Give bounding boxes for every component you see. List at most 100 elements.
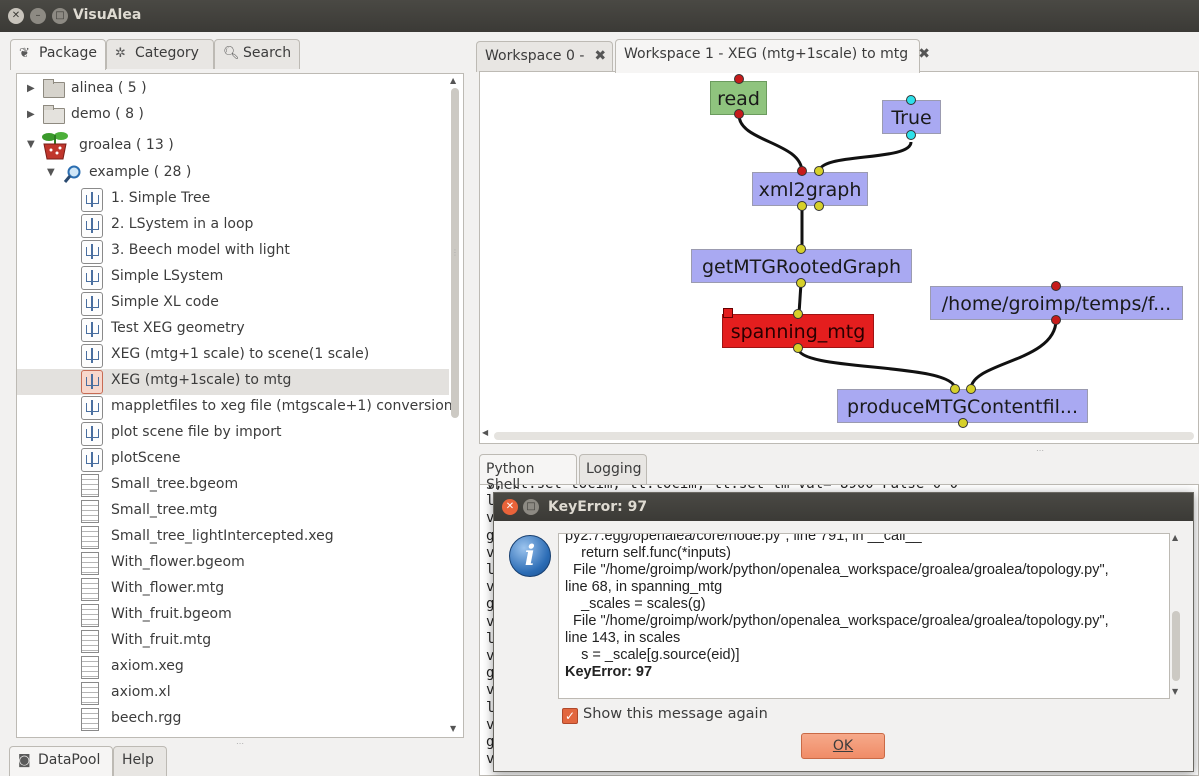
node-produce-input-port[interactable] bbox=[966, 384, 976, 394]
node-path-input-port[interactable] bbox=[1051, 281, 1061, 291]
node-xml2graph-output-port[interactable] bbox=[814, 201, 824, 211]
tree-label: Simple XL code bbox=[111, 294, 219, 310]
dataflow-canvas[interactable]: read True xml2graph getMTGRootedGraph sp… bbox=[479, 71, 1199, 444]
dialog-minimize-button[interactable]: □ bbox=[523, 499, 539, 515]
ok-button[interactable]: OK bbox=[801, 733, 885, 759]
tree-label: With_flower.bgeom bbox=[111, 554, 245, 570]
expand-arrow-icon[interactable]: ▶ bbox=[27, 83, 37, 95]
scrollbar-thumb[interactable] bbox=[1172, 611, 1180, 681]
node-read-input-port[interactable] bbox=[734, 74, 744, 84]
node-spanning-input-port[interactable] bbox=[793, 309, 803, 319]
list-item[interactable]: axiom.xeg bbox=[17, 655, 449, 681]
tree-package-demo[interactable]: ▶ demo ( 8 ) bbox=[17, 103, 449, 129]
tree-label: plot scene file by import bbox=[111, 424, 282, 440]
tree-label: Small_tree.mtg bbox=[111, 502, 218, 518]
node-true[interactable]: True bbox=[882, 100, 941, 134]
expand-arrow-icon[interactable]: ▶ bbox=[27, 109, 37, 121]
collapse-arrow-icon[interactable]: ▼ bbox=[47, 167, 57, 179]
scroll-up-icon[interactable]: ▲ bbox=[450, 76, 456, 85]
tab-search[interactable]: 🔍︎ Search bbox=[214, 39, 300, 69]
traceback-line: File "/home/groimp/work/python/openalea_… bbox=[565, 613, 1109, 629]
node-xml2graph[interactable]: xml2graph bbox=[752, 172, 868, 206]
node-path-output-port[interactable] bbox=[1051, 315, 1061, 325]
tab-python-shell[interactable]: Python Shell bbox=[479, 454, 577, 493]
dialog-close-button[interactable]: ✕ bbox=[502, 499, 518, 515]
list-item[interactable]: plot scene file by import bbox=[17, 421, 449, 447]
list-item[interactable]: Small_tree.mtg bbox=[17, 499, 449, 525]
tree-package-alinea[interactable]: ▶ alinea ( 5 ) bbox=[17, 77, 449, 103]
tab-workspace-1[interactable]: Workspace 1 - XEG (mtg+1scale) to mtg ✖ bbox=[615, 39, 930, 73]
package-icon: ❦ bbox=[19, 46, 30, 61]
list-item[interactable]: Small_tree.bgeom bbox=[17, 473, 449, 499]
node-produce-output-port[interactable] bbox=[958, 418, 968, 428]
tab-help[interactable]: Help bbox=[113, 746, 167, 776]
node-xml2graph-output-port[interactable] bbox=[797, 201, 807, 211]
tab-workspace-0-label: Workspace 0 - bbox=[485, 48, 585, 64]
error-traceback-text[interactable]: py2.7.egg/openalea/core/node.py", line 7… bbox=[558, 533, 1170, 699]
node-spanning-output-port[interactable] bbox=[793, 343, 803, 353]
show-message-again-label[interactable]: Show this message again bbox=[583, 706, 768, 722]
canvas-horizontal-scrollbar[interactable]: ◀ bbox=[482, 428, 1196, 441]
window-minimize-button[interactable]: – bbox=[30, 8, 46, 24]
node-getmtg-output-port[interactable] bbox=[796, 278, 806, 288]
close-icon[interactable]: ✖ bbox=[594, 48, 606, 64]
file-icon bbox=[81, 474, 99, 497]
scroll-down-icon[interactable]: ▼ bbox=[1172, 687, 1178, 696]
package-browser-tabs: ❦ Package ✲ Category 🔍︎ Search bbox=[10, 39, 470, 70]
tab-logging[interactable]: Logging bbox=[579, 454, 647, 484]
folder-icon bbox=[43, 105, 65, 124]
node-xml2graph-input-port[interactable] bbox=[814, 166, 824, 176]
dataflow-graph-icon bbox=[81, 318, 103, 342]
node-true-output-port[interactable] bbox=[906, 130, 916, 140]
tab-package[interactable]: ❦ Package bbox=[10, 39, 106, 70]
list-item[interactable]: With_flower.mtg bbox=[17, 577, 449, 603]
package-tree[interactable]: ▶ alinea ( 5 ) ▶ demo ( 8 ) ▼ groalea ( … bbox=[16, 73, 464, 738]
tree-package-groalea[interactable]: ▼ groalea ( 13 ) bbox=[17, 131, 449, 161]
traceback-scrollbar[interactable]: ▲ ▼ bbox=[1170, 533, 1182, 699]
node-true-input-port[interactable] bbox=[906, 95, 916, 105]
scroll-up-icon[interactable]: ▲ bbox=[1172, 533, 1178, 542]
list-item[interactable]: XEG (mtg+1scale) to mtg bbox=[17, 369, 449, 395]
list-item[interactable]: With_fruit.bgeom bbox=[17, 603, 449, 629]
show-message-again-checkbox[interactable]: ✓ bbox=[562, 708, 578, 724]
list-item[interactable]: beech.rgg bbox=[17, 707, 449, 733]
list-item[interactable]: XEG (mtg+1 scale) to scene(1 scale) bbox=[17, 343, 449, 369]
tree-vertical-scrollbar[interactable]: ▲ ⋮ ▼ bbox=[449, 76, 461, 735]
traceback-line: py2.7.egg/openalea/core/node.py", line 7… bbox=[565, 533, 922, 544]
list-item[interactable]: Simple LSystem bbox=[17, 265, 449, 291]
node-xml2graph-input-port[interactable] bbox=[797, 166, 807, 176]
list-item[interactable]: 1. Simple Tree bbox=[17, 187, 449, 213]
list-item[interactable]: mappletfiles to xeg file (mtgscale+1) co… bbox=[17, 395, 453, 421]
close-icon[interactable]: ✖ bbox=[918, 46, 930, 62]
list-item[interactable]: Test XEG geometry bbox=[17, 317, 449, 343]
scrollbar-track[interactable] bbox=[494, 432, 1194, 440]
node-produce-input-port[interactable] bbox=[950, 384, 960, 394]
list-item[interactable]: plotScene bbox=[17, 447, 449, 473]
scroll-down-icon[interactable]: ▼ bbox=[450, 724, 456, 733]
tab-datapool[interactable]: ◙ DataPool bbox=[9, 746, 113, 776]
node-read-output-port[interactable] bbox=[734, 109, 744, 119]
collapse-arrow-icon[interactable]: ▼ bbox=[27, 139, 37, 151]
list-item[interactable]: Small_tree_lightIntercepted.xeg bbox=[17, 525, 449, 551]
window-maximize-button[interactable]: □ bbox=[52, 8, 68, 24]
node-getmtg-input-port[interactable] bbox=[796, 244, 806, 254]
tree-subpackage-example[interactable]: ▼ example ( 28 ) bbox=[17, 161, 449, 187]
tab-category[interactable]: ✲ Category bbox=[106, 39, 214, 69]
tree-label: 1. Simple Tree bbox=[111, 190, 211, 206]
file-icon bbox=[81, 578, 99, 601]
tab-category-label: Category bbox=[135, 45, 199, 61]
list-item[interactable]: With_flower.bgeom bbox=[17, 551, 449, 577]
tab-workspace-0[interactable]: Workspace 0 - ✖ bbox=[476, 41, 613, 72]
file-icon bbox=[81, 708, 99, 731]
bottom-tabs: ◙ DataPool Help bbox=[9, 746, 469, 776]
list-item[interactable]: 3. Beech model with light bbox=[17, 239, 449, 265]
list-item[interactable]: axiom.xl bbox=[17, 681, 449, 707]
tree-label: XEG (mtg+1 scale) to scene(1 scale) bbox=[111, 346, 370, 362]
tree-label: alinea ( 5 ) bbox=[71, 80, 147, 96]
list-item[interactable]: Simple XL code bbox=[17, 291, 449, 317]
list-item[interactable]: With_fruit.mtg bbox=[17, 629, 449, 655]
scroll-left-icon[interactable]: ◀ bbox=[482, 428, 488, 437]
window-close-button[interactable]: ✕ bbox=[8, 8, 24, 24]
list-item[interactable]: 2. LSystem in a loop bbox=[17, 213, 449, 239]
dataflow-graph-icon bbox=[81, 422, 103, 446]
